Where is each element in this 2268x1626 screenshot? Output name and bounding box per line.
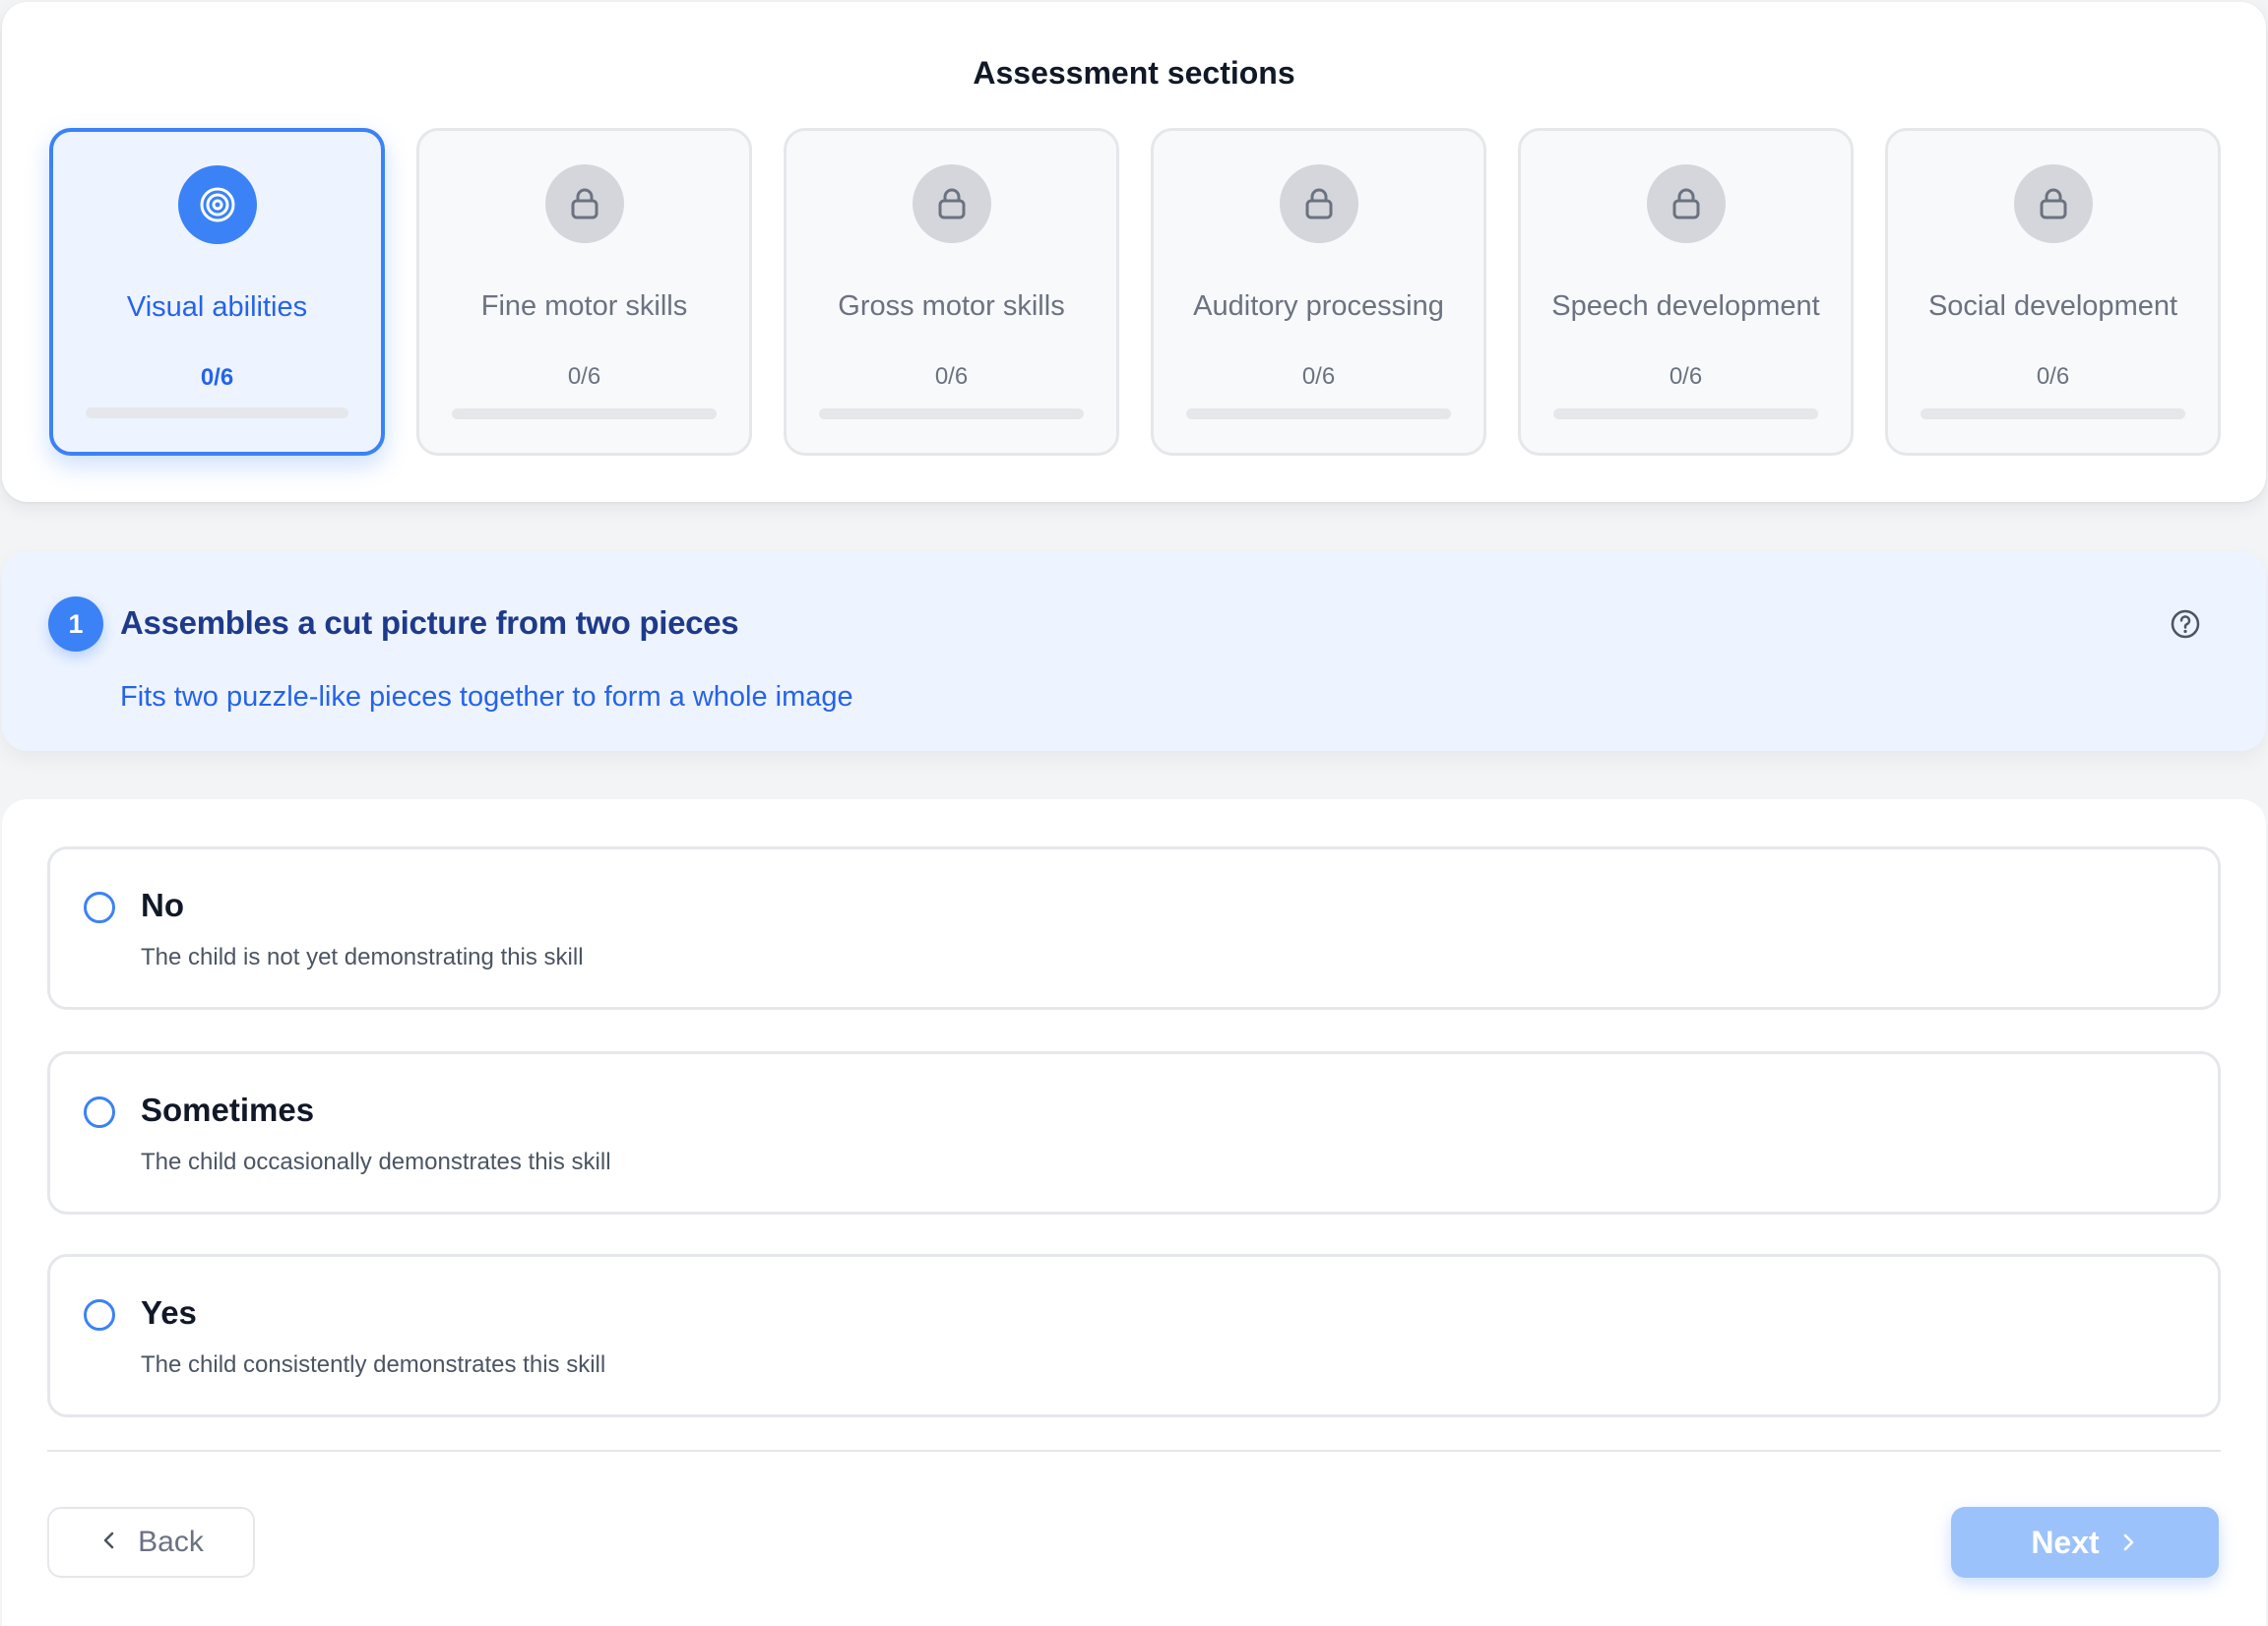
section-progress-bar bbox=[819, 408, 1084, 419]
section-count: 0/6 bbox=[1301, 363, 1336, 390]
section-tile-social-development[interactable]: Social development 0/6 bbox=[1885, 128, 2221, 456]
lock-icon bbox=[2013, 164, 2093, 243]
sections-title: Assessment sections bbox=[973, 55, 1295, 91]
lock-icon bbox=[1279, 164, 1358, 243]
option-description: The child occasionally demonstrates this… bbox=[141, 1149, 611, 1175]
assessment-sections-panel: Assessment sections Visual abilities 0/6 bbox=[2, 2, 2266, 502]
next-button[interactable]: Next bbox=[1951, 1507, 2219, 1578]
option-label: No bbox=[141, 887, 184, 923]
section-label: Fine motor skills bbox=[480, 290, 688, 322]
section-label: Visual abilities bbox=[126, 291, 308, 323]
radio-button[interactable] bbox=[84, 1096, 115, 1128]
section-progress-bar bbox=[86, 407, 348, 418]
question-header: 1 Assembles a cut picture from two piece… bbox=[2, 551, 2266, 751]
target-icon bbox=[177, 165, 257, 244]
help-circle-icon[interactable] bbox=[2170, 608, 2201, 640]
option-sometimes[interactable]: Sometimes The child occasionally demonst… bbox=[47, 1051, 2221, 1215]
section-label: Gross motor skills bbox=[838, 290, 1065, 322]
section-count: 0/6 bbox=[1669, 363, 1703, 390]
section-tile-speech-development[interactable]: Speech development 0/6 bbox=[1518, 128, 1854, 456]
option-yes[interactable]: Yes The child consistently demonstrates … bbox=[47, 1254, 2221, 1417]
divider bbox=[47, 1450, 2221, 1452]
back-label: Back bbox=[138, 1526, 204, 1558]
option-label: Yes bbox=[141, 1294, 197, 1331]
radio-button[interactable] bbox=[84, 892, 115, 923]
section-tile-gross-motor-skills[interactable]: Gross motor skills 0/6 bbox=[784, 128, 1119, 456]
next-label: Next bbox=[2031, 1524, 2100, 1560]
section-tile-fine-motor-skills[interactable]: Fine motor skills 0/6 bbox=[416, 128, 752, 456]
section-progress-bar bbox=[452, 408, 717, 419]
section-label: Auditory processing bbox=[1193, 290, 1444, 322]
option-label: Sometimes bbox=[141, 1092, 315, 1128]
section-label: Speech development bbox=[1551, 290, 1820, 322]
section-count: 0/6 bbox=[200, 364, 234, 391]
question-title: Assembles a cut picture from two pieces bbox=[120, 604, 739, 641]
section-count: 0/6 bbox=[2036, 363, 2070, 390]
section-tile-visual-abilities[interactable]: Visual abilities 0/6 bbox=[49, 128, 385, 456]
back-button[interactable]: Back bbox=[47, 1507, 255, 1578]
question-description: Fits two puzzle-like pieces together to … bbox=[120, 681, 853, 713]
section-progress-bar bbox=[1553, 408, 1818, 419]
radio-button[interactable] bbox=[84, 1299, 115, 1331]
option-description: The child consistently demonstrates this… bbox=[141, 1351, 606, 1378]
section-progress-bar bbox=[1186, 408, 1451, 419]
lock-icon bbox=[1646, 164, 1726, 243]
section-tiles: Visual abilities 0/6 Fine motor skills 0… bbox=[49, 128, 2221, 456]
lock-icon bbox=[544, 164, 624, 243]
chevron-left-icon bbox=[98, 1526, 120, 1559]
lock-icon bbox=[912, 164, 991, 243]
option-no[interactable]: No The child is not yet demonstrating th… bbox=[47, 846, 2221, 1010]
chevron-right-icon bbox=[2117, 1525, 2139, 1561]
option-description: The child is not yet demonstrating this … bbox=[141, 944, 584, 970]
section-label: Social development bbox=[1927, 290, 2178, 322]
question-number-badge: 1 bbox=[48, 596, 103, 652]
answer-options-panel: No The child is not yet demonstrating th… bbox=[2, 799, 2266, 1626]
section-count: 0/6 bbox=[934, 363, 969, 390]
section-tile-auditory-processing[interactable]: Auditory processing 0/6 bbox=[1151, 128, 1486, 456]
assessment-page: Assessment sections Visual abilities 0/6 bbox=[0, 0, 2268, 1626]
section-progress-bar bbox=[1921, 408, 2185, 419]
section-count: 0/6 bbox=[567, 363, 601, 390]
